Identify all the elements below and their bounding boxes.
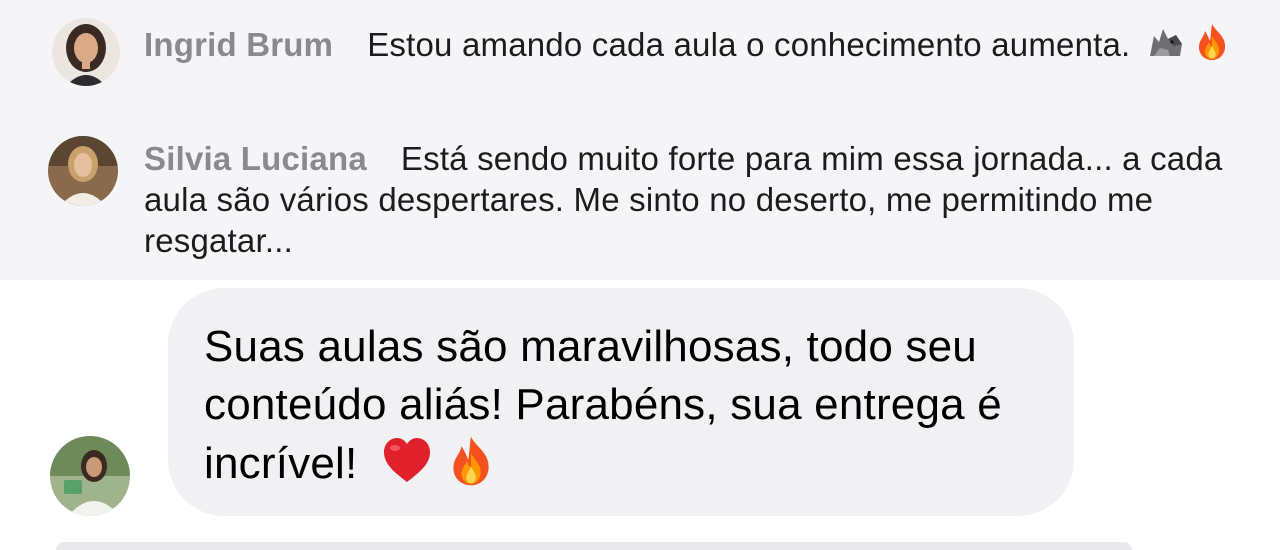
message-text: Suas aulas são maravilhosas, todo seu co… [204, 322, 1002, 488]
red-heart-emoji [380, 434, 434, 488]
comments-panel: Ingrid Brum Estou amando cada aula o conh… [0, 0, 1280, 280]
wolf-emoji [1146, 22, 1186, 62]
avatar[interactable] [52, 18, 120, 86]
fire-emoji [444, 434, 498, 488]
message-body: Suas aulas são maravilhosas, todo seu co… [204, 318, 1044, 493]
comment-author[interactable]: Silvia Luciana [144, 140, 367, 177]
comment-author[interactable]: Ingrid Brum [144, 26, 333, 63]
comment-text: Estou amando cada aula o conhecimento au… [367, 26, 1131, 63]
avatar-portrait-ingrid [52, 18, 120, 86]
input-bar-edge [56, 542, 1132, 550]
screenshot-stage: Ingrid Brum Estou amando cada aula o conh… [0, 0, 1280, 550]
comment-body: Ingrid Brum Estou amando cada aula o conh… [144, 22, 1244, 65]
avatar-portrait-sender [50, 436, 130, 516]
avatar[interactable] [50, 436, 130, 516]
avatar[interactable] [48, 136, 118, 206]
comment-body: Silvia Luciana Está sendo muito forte par… [144, 138, 1244, 261]
message-bubble[interactable]: Suas aulas são maravilhosas, todo seu co… [168, 288, 1074, 516]
fire-emoji [1192, 22, 1232, 62]
avatar-portrait-silvia [48, 136, 118, 206]
